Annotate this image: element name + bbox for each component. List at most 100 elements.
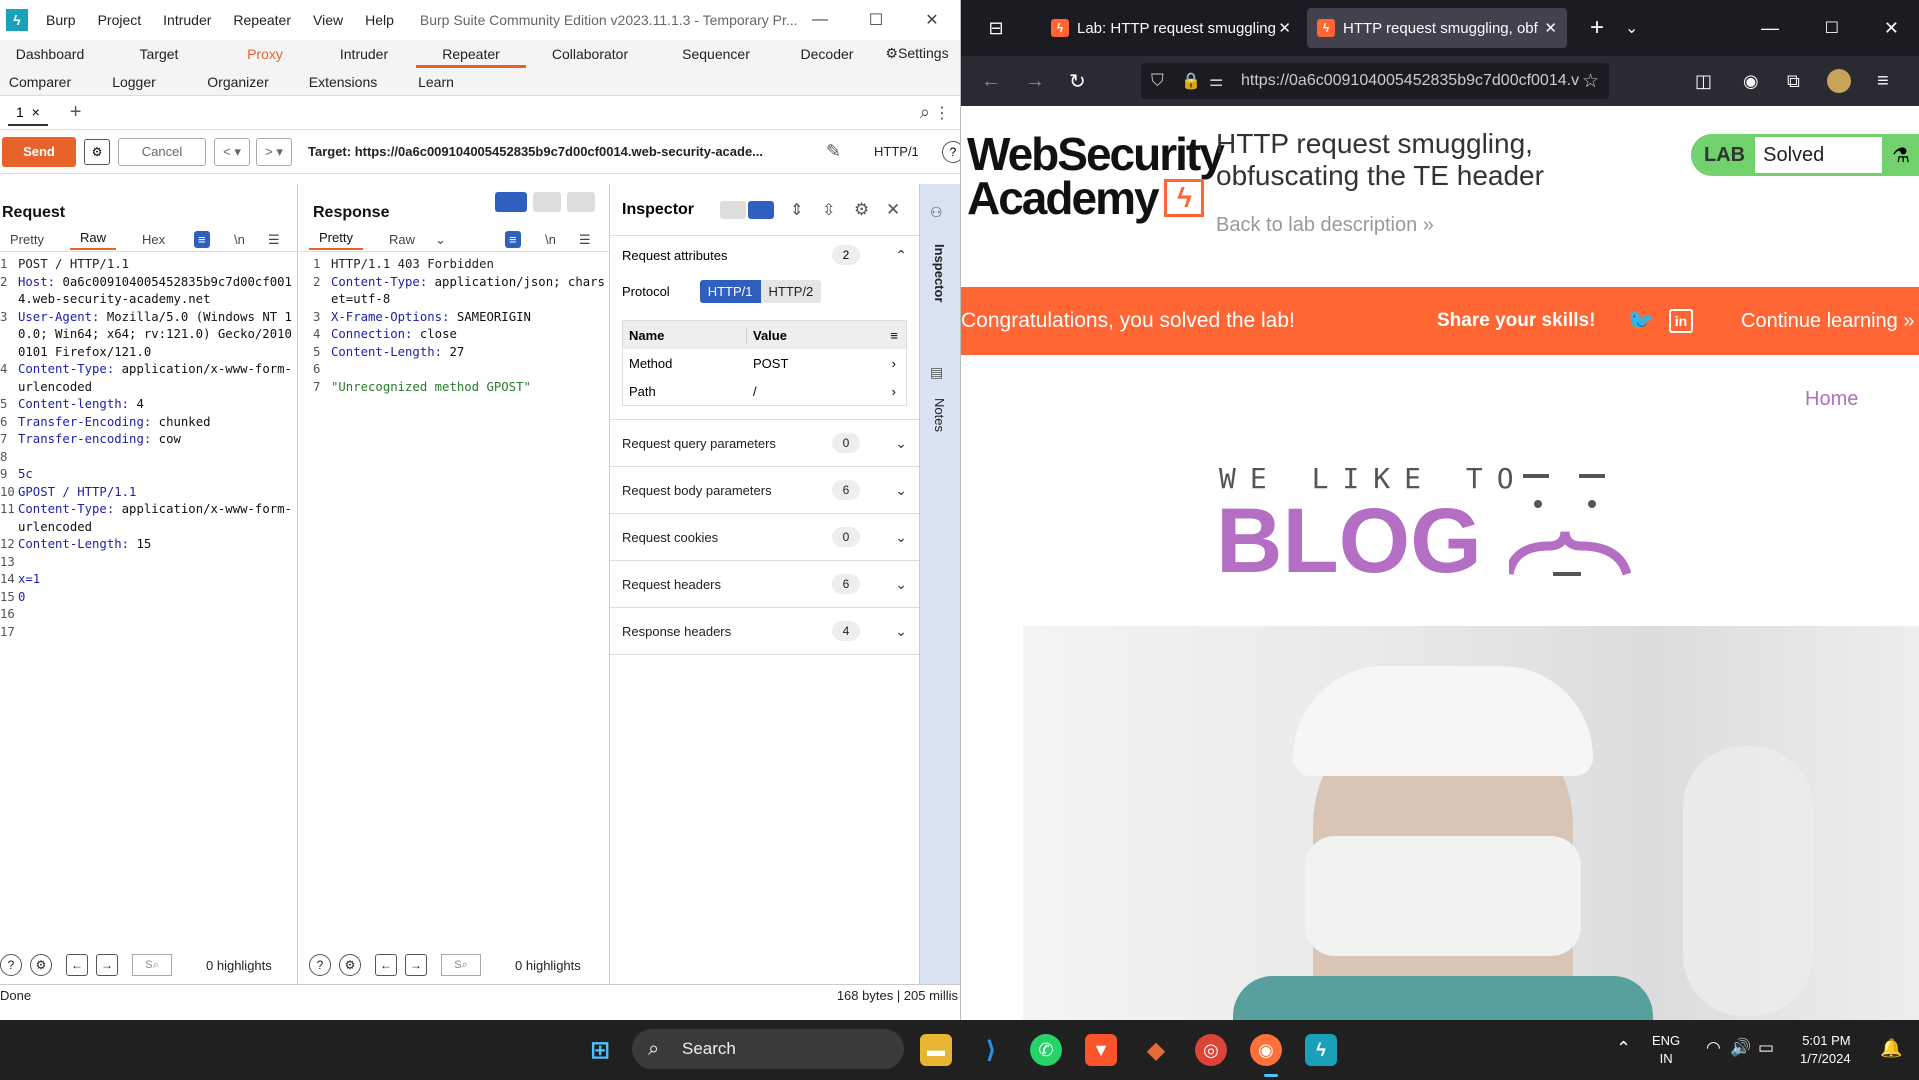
blog-post-image[interactable] bbox=[1023, 626, 1919, 1020]
new-tab-icon[interactable]: + bbox=[1577, 14, 1617, 42]
side-tab-notes[interactable]: Notes bbox=[932, 398, 947, 432]
volume-icon[interactable]: 🔊 bbox=[1730, 1038, 1751, 1058]
burp-icon[interactable]: ϟ bbox=[1305, 1034, 1337, 1066]
tab-lab-page[interactable]: ϟ HTTP request smuggling, obf ✕ bbox=[1307, 8, 1567, 48]
inspector-layout-active-icon[interactable] bbox=[748, 200, 774, 219]
more-icon[interactable]: ⋮ bbox=[934, 103, 950, 123]
tab-collaborator[interactable]: Collaborator bbox=[526, 46, 654, 68]
help-icon[interactable]: ? bbox=[309, 954, 331, 976]
protocol-http1[interactable]: HTTP/1 bbox=[699, 279, 761, 303]
chevron-down-icon[interactable]: ⌄ bbox=[1625, 18, 1638, 38]
next-arrow-icon[interactable]: → bbox=[405, 954, 427, 976]
tab-learn[interactable]: Learn bbox=[398, 74, 474, 90]
url-bar[interactable]: ⛉ 🔒 ⚌ https://0a6c009104005452835b9c7d00… bbox=[1141, 63, 1609, 99]
battery-icon[interactable]: ▭ bbox=[1758, 1038, 1774, 1058]
taskbar-search[interactable]: ⌕ Search bbox=[632, 1029, 904, 1069]
table-row[interactable]: Method POST › bbox=[623, 349, 906, 377]
forward-arrow-icon[interactable]: > ▾ bbox=[256, 137, 292, 166]
tab-proxy[interactable]: Proxy bbox=[218, 46, 312, 68]
inspector-layout-icon[interactable] bbox=[720, 200, 746, 219]
edit-pencil-icon[interactable]: ✎ bbox=[826, 141, 841, 162]
git-icon[interactable]: ◆ bbox=[1140, 1034, 1172, 1066]
menu-help[interactable]: Help bbox=[365, 12, 394, 28]
view-pretty[interactable]: Pretty bbox=[0, 232, 54, 247]
tab-logger[interactable]: Logger bbox=[80, 74, 188, 90]
send-button[interactable]: Send bbox=[2, 136, 76, 167]
websec-logo[interactable]: WebSecurity Academy ϟ bbox=[967, 131, 1225, 221]
chevron-up-icon[interactable]: ⌃ bbox=[1616, 1038, 1631, 1059]
search-input[interactable]: S⌕ bbox=[441, 954, 481, 976]
prev-arrow-icon[interactable]: ← bbox=[66, 954, 88, 976]
menu-repeater[interactable]: Repeater bbox=[233, 12, 291, 28]
close-tab-icon[interactable]: ✕ bbox=[1544, 19, 1557, 37]
newline-icon[interactable]: \n bbox=[224, 232, 255, 247]
next-arrow-icon[interactable]: → bbox=[96, 954, 118, 976]
chevron-down-icon[interactable]: ⌄ bbox=[425, 232, 456, 248]
section-query-params[interactable]: Request query parameters 0 ⌄ bbox=[610, 420, 919, 467]
whatsapp-icon[interactable]: ✆ bbox=[1030, 1034, 1062, 1066]
menu-icon[interactable]: ☰ bbox=[258, 232, 290, 248]
section-request-headers[interactable]: Request headers 6 ⌄ bbox=[610, 561, 919, 608]
continue-learning-link[interactable]: Continue learning » bbox=[1741, 310, 1914, 333]
tab-extensions[interactable]: Extensions bbox=[288, 74, 398, 90]
collapse-icon[interactable]: ⇳ bbox=[822, 200, 835, 220]
forward-icon[interactable]: → bbox=[1025, 70, 1045, 93]
back-icon[interactable]: ← bbox=[981, 70, 1001, 93]
tab-organizer[interactable]: Organizer bbox=[188, 74, 288, 90]
expand-icon[interactable]: ⇕ bbox=[790, 200, 803, 220]
clock[interactable]: 5:01 PM 1/7/2024 bbox=[1800, 1032, 1851, 1068]
close-tab-icon[interactable]: ✕ bbox=[1278, 19, 1291, 37]
request-attributes-header[interactable]: Request attributes 2 ⌃ bbox=[610, 236, 919, 274]
back-arrow-icon[interactable]: < ▾ bbox=[214, 137, 250, 166]
firefox-icon[interactable]: ◉ bbox=[1250, 1034, 1282, 1066]
tab-target[interactable]: Target bbox=[100, 46, 218, 68]
response-editor[interactable]: 1 HTTP/1.1 403 Forbidden 2 Content-Type: ap… bbox=[299, 252, 609, 396]
menu-intruder[interactable]: Intruder bbox=[163, 12, 211, 28]
layout-stack-icon[interactable] bbox=[533, 192, 561, 212]
help-icon[interactable]: ? bbox=[942, 140, 960, 163]
help-icon[interactable]: ? bbox=[0, 954, 22, 976]
windows-start-icon[interactable]: ⊞ bbox=[584, 1034, 616, 1066]
home-link[interactable]: Home bbox=[1805, 388, 1858, 411]
section-cookies[interactable]: Request cookies 0 ⌄ bbox=[610, 514, 919, 561]
wifi-icon[interactable]: ◠ bbox=[1706, 1038, 1721, 1058]
brave-icon[interactable]: ▼ bbox=[1085, 1034, 1117, 1066]
wrap-icon[interactable]: ≡ bbox=[505, 231, 521, 248]
search-icon[interactable]: ⌕ bbox=[920, 102, 930, 123]
twitter-icon[interactable]: 🐦 bbox=[1627, 308, 1654, 334]
account-icon[interactable]: ◉ bbox=[1743, 71, 1759, 92]
menu-icon[interactable]: ☰ bbox=[569, 232, 601, 248]
extensions-icon[interactable]: ⧉ bbox=[1787, 71, 1800, 92]
tab-lab-description[interactable]: ϟ Lab: HTTP request smuggling ✕ bbox=[1041, 8, 1301, 48]
pocket-icon[interactable]: ◫ bbox=[1695, 71, 1712, 92]
tab-intruder[interactable]: Intruder bbox=[312, 46, 416, 68]
table-menu-icon[interactable]: ≡ bbox=[890, 328, 898, 343]
add-tab-icon[interactable]: + bbox=[70, 101, 82, 124]
linkedin-icon[interactable]: in bbox=[1669, 309, 1693, 333]
protocol-http2[interactable]: HTTP/2 bbox=[760, 279, 822, 303]
tab-decoder[interactable]: Decoder bbox=[778, 46, 876, 68]
search-input[interactable]: S⌕ bbox=[132, 954, 172, 976]
vscode-icon[interactable]: ⟩ bbox=[975, 1034, 1007, 1066]
cancel-button[interactable]: Cancel bbox=[118, 137, 206, 166]
tab-list-icon[interactable]: ⊟ bbox=[961, 18, 1031, 39]
maximize-icon[interactable]: ☐ bbox=[1825, 18, 1839, 38]
section-response-headers[interactable]: Response headers 4 ⌄ bbox=[610, 608, 919, 655]
close-icon[interactable]: ✕ bbox=[886, 200, 900, 220]
language-indicator[interactable]: ENG IN bbox=[1652, 1032, 1680, 1068]
request-editor[interactable]: 1 POST / HTTP/1.1 2 Host: 0a6c0091040054528… bbox=[0, 252, 297, 641]
prev-arrow-icon[interactable]: ← bbox=[375, 954, 397, 976]
hamburger-menu-icon[interactable]: ≡ bbox=[1877, 70, 1889, 93]
menu-project[interactable]: Project bbox=[98, 12, 142, 28]
extension-avatar-icon[interactable] bbox=[1827, 69, 1851, 93]
http-version-label[interactable]: HTTP/1 bbox=[874, 144, 919, 159]
table-row[interactable]: Path / › bbox=[623, 377, 906, 405]
repeater-tab-1[interactable]: 1 × bbox=[8, 100, 48, 126]
gear-icon[interactable]: ⚙ bbox=[854, 200, 869, 220]
menu-view[interactable]: View bbox=[313, 12, 343, 28]
tab-sequencer[interactable]: Sequencer bbox=[654, 46, 778, 68]
section-body-params[interactable]: Request body parameters 6 ⌄ bbox=[610, 467, 919, 514]
minimize-icon[interactable]: — bbox=[792, 0, 848, 40]
tab-comparer[interactable]: Comparer bbox=[0, 74, 80, 90]
view-hex[interactable]: Hex bbox=[132, 232, 175, 247]
